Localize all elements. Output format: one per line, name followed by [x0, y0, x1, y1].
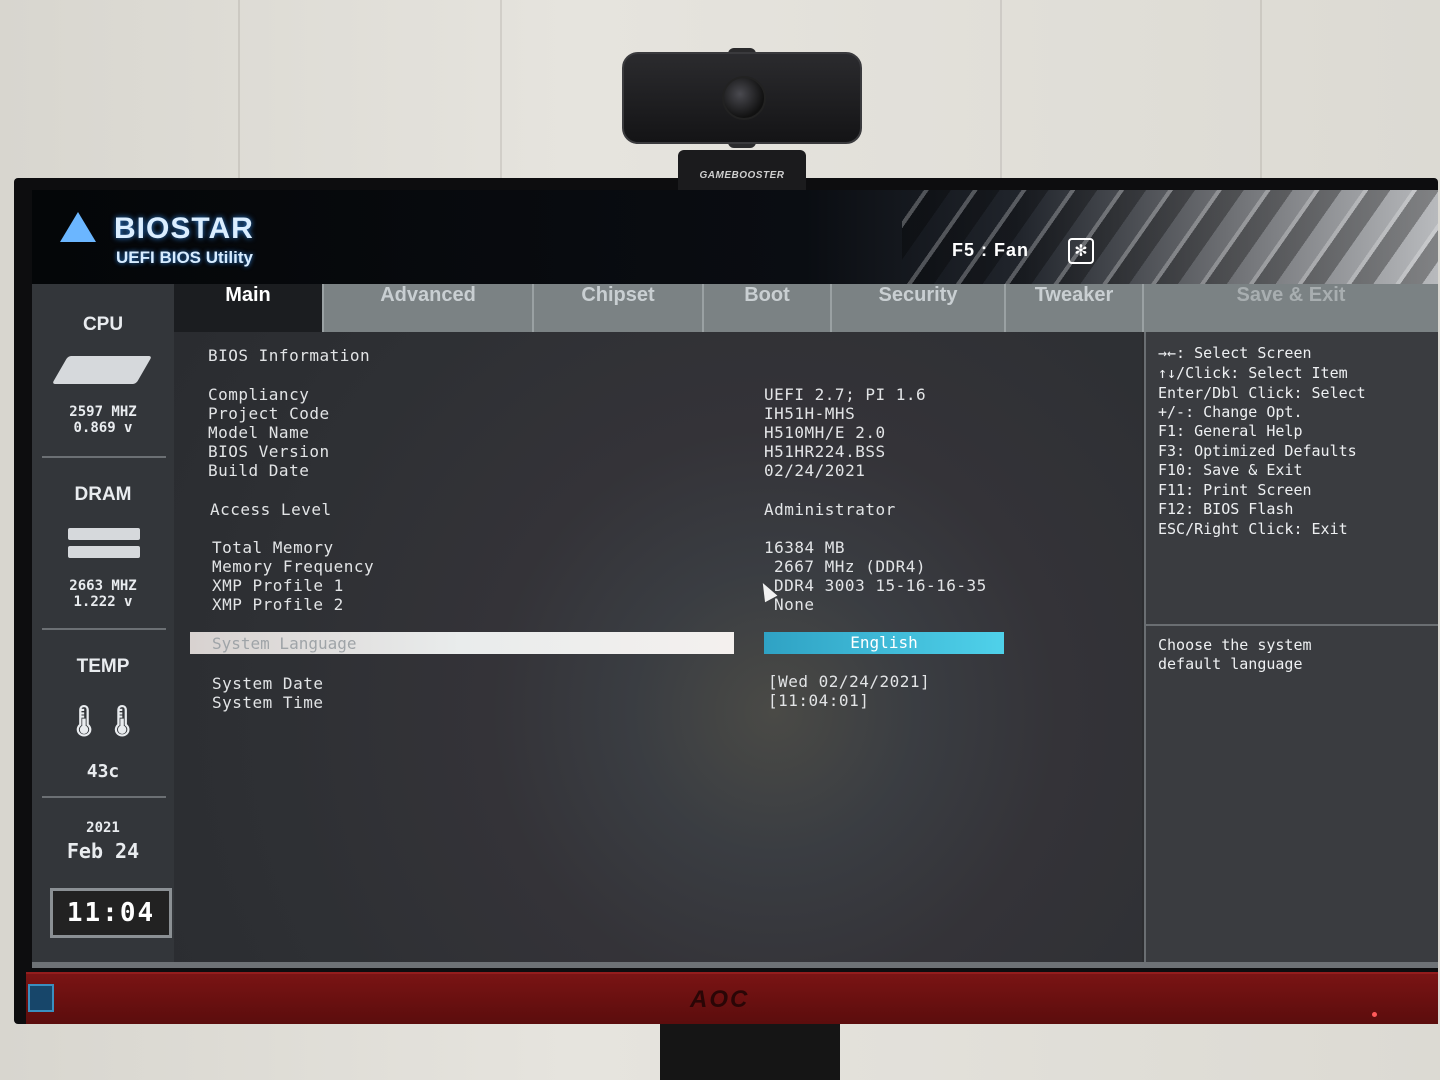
temp-title: TEMP [76, 656, 130, 677]
cpu-frequency: 2597 MHZ [69, 404, 137, 420]
project-code-value: IH51H-MHS [764, 404, 856, 423]
help-key-line: Enter/Dbl Click: Select [1158, 384, 1366, 402]
cpu-voltage: 0.869 v [73, 420, 133, 436]
xmp-profile-2-label: XMP Profile 2 [212, 595, 344, 614]
energy-star-badge [28, 984, 54, 1012]
build-date-value: 02/24/2021 [764, 461, 866, 480]
help-key-line: +/-: Change Opt. [1158, 403, 1303, 421]
tab-main[interactable]: Main [174, 284, 324, 332]
tab-tweaker[interactable]: Tweaker [1006, 284, 1144, 332]
system-language-label[interactable]: System Language [212, 634, 357, 653]
cpu-chip-icon [51, 356, 153, 384]
xmp-profile-1-value: DDR4 3003 15-16-16-35 [774, 576, 987, 595]
memory-frequency-label: Memory Frequency [212, 557, 375, 576]
cpu-title: CPU [82, 314, 124, 335]
brand-subtitle: UEFI BIOS Utility [116, 248, 253, 267]
biostar-logo-icon [60, 212, 96, 242]
help-key-line: ESC/Right Click: Exit [1158, 520, 1348, 538]
side-divider [42, 796, 166, 798]
wall-panel-line [1000, 0, 1002, 200]
dram-voltage: 1.222 v [73, 594, 133, 610]
compliancy-value: UEFI 2.7; PI 1.6 [764, 385, 927, 404]
tab-save-exit[interactable]: Save & Exit [1144, 284, 1438, 332]
system-date-value[interactable]: [Wed 02/24/2021] [768, 672, 930, 691]
bios-header: BIOSTAR UEFI BIOS Utility F5 : Fan ✻ [32, 190, 1438, 284]
bios-version-label: BIOS Version [208, 442, 330, 461]
help-key-line: →←: Select Screen [1158, 344, 1312, 362]
wall-panel-line [1260, 0, 1262, 200]
memory-frequency-value: 2667 MHz (DDR4) [774, 557, 926, 576]
tab-boot[interactable]: Boot [704, 284, 832, 332]
screen-bottom-bar [32, 962, 1438, 968]
webcam [622, 52, 862, 144]
help-key-line: F10: Save & Exit [1158, 461, 1303, 479]
date-year: 2021 [86, 820, 120, 836]
brand-name: BIOSTAR [114, 212, 254, 245]
tab-chipset[interactable]: Chipset [534, 284, 704, 332]
monitor-stand [660, 1024, 840, 1080]
side-divider [42, 456, 166, 458]
help-key-line: F11: Print Screen [1158, 481, 1312, 499]
system-language-value[interactable]: English [764, 632, 1004, 654]
webcam-lens [722, 76, 766, 120]
system-time-label: System Time [212, 693, 324, 712]
tab-bar: Main Advanced Chipset Boot Security Twea… [174, 284, 1438, 332]
system-time-value[interactable]: [11:04:01] [768, 691, 869, 710]
project-code-label: Project Code [208, 404, 330, 423]
dram-module-icon [68, 546, 140, 558]
total-memory-label: Total Memory [212, 538, 334, 557]
header-crystal-art [902, 190, 1438, 284]
dram-module-icon [68, 528, 140, 540]
power-led [1372, 1012, 1377, 1017]
help-panel: →←: Select Screen ↑↓/Click: Select Item … [1144, 332, 1438, 968]
monitor-logo: AOC [690, 986, 750, 1013]
help-key-line: F3: Optimized Defaults [1158, 442, 1357, 460]
wall-panel-line [238, 0, 240, 200]
compliancy-label: Compliancy [208, 385, 310, 404]
section-title: BIOS Information [208, 346, 371, 365]
tab-advanced[interactable]: Advanced [324, 284, 534, 332]
temperature-value: 43c [86, 761, 120, 782]
build-date-label: Build Date [208, 461, 310, 480]
xmp-profile-1-label: XMP Profile 1 [212, 576, 344, 595]
dram-frequency: 2663 MHZ [69, 578, 137, 594]
item-description: default language [1158, 655, 1303, 673]
access-level-value: Administrator [764, 500, 896, 519]
side-clock: 11:04 [50, 888, 172, 938]
dram-title: DRAM [74, 484, 132, 505]
help-key-line: F12: BIOS Flash [1158, 500, 1294, 518]
fan-icon[interactable]: ✻ [1068, 238, 1094, 264]
help-divider [1146, 624, 1438, 626]
side-divider [42, 628, 166, 630]
thermometer-icon: 🌡🌡 [64, 704, 142, 739]
tab-security[interactable]: Security [832, 284, 1006, 332]
total-memory-value: 16384 MB [764, 538, 846, 557]
main-content-panel: BIOS Information Compliancy UEFI 2.7; PI… [174, 332, 1142, 968]
access-level-label: Access Level [210, 500, 332, 519]
model-name-value: H510MH/E 2.0 [764, 423, 886, 442]
bios-screen: BIOSTAR UEFI BIOS Utility F5 : Fan ✻ Mai… [32, 190, 1438, 968]
system-date-label: System Date [212, 674, 324, 693]
wall-panel-line [500, 0, 502, 200]
item-description: Choose the system [1158, 636, 1312, 654]
fan-shortcut-hint[interactable]: F5 : Fan [952, 240, 1029, 261]
xmp-profile-2-value: None [774, 595, 815, 614]
date-month-day: Feb 24 [66, 839, 140, 863]
help-key-line: F1: General Help [1158, 422, 1303, 440]
bios-version-value: H51HR224.BSS [764, 442, 886, 461]
hardware-status-panel: CPU 2597 MHZ 0.869 v DRAM 2663 MHZ 1.222… [32, 284, 174, 968]
help-key-line: ↑↓/Click: Select Item [1158, 364, 1348, 382]
model-name-label: Model Name [208, 423, 310, 442]
